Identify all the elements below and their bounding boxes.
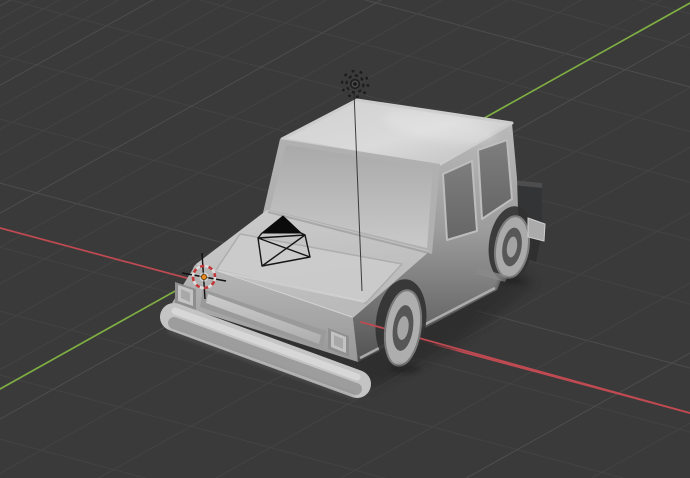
grid-line bbox=[0, 0, 120, 67]
grid-line bbox=[0, 0, 61, 34]
cursor-center-dot bbox=[201, 274, 207, 280]
wheel-contact-shadow-rear bbox=[501, 278, 525, 284]
grid-line bbox=[636, 0, 690, 15]
light-center-dot bbox=[353, 82, 357, 86]
viewport-canvas[interactable] bbox=[0, 0, 690, 478]
grid-line bbox=[0, 0, 154, 86]
viewport-3d[interactable] bbox=[0, 0, 690, 478]
grid-line bbox=[0, 0, 36, 20]
car-model[interactable] bbox=[160, 98, 546, 399]
grid-line bbox=[509, 0, 690, 49]
car-rear-bumper-end bbox=[527, 217, 546, 242]
wheel-contact-shadow-front bbox=[390, 365, 420, 373]
grid-line bbox=[0, 438, 148, 478]
grid-line bbox=[590, 422, 690, 478]
grid-line bbox=[0, 0, 12, 7]
car-window-front-door bbox=[442, 160, 478, 241]
